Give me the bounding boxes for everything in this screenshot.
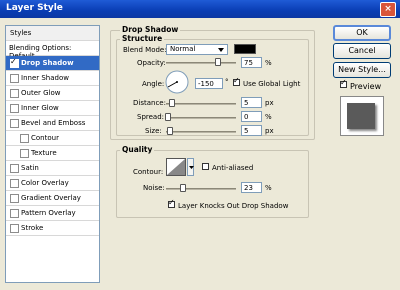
distance-slider-thumb[interactable]	[169, 99, 175, 107]
inner-glow-label: Inner Glow	[21, 104, 59, 112]
noise-input[interactable]: 23	[241, 182, 262, 193]
spread-input[interactable]: 0	[241, 111, 262, 122]
angle-label: Angle:	[142, 80, 165, 88]
angle-input[interactable]: -150	[195, 78, 223, 89]
anti-aliased-checkbox[interactable]	[202, 163, 209, 170]
noise-label: Noise:	[143, 184, 165, 192]
shadow-color-swatch[interactable]	[234, 44, 256, 54]
opacity-slider[interactable]	[166, 62, 236, 64]
angle-unit: °	[225, 78, 229, 86]
bevel-emboss-item[interactable]: Bevel and Emboss	[6, 116, 99, 131]
satin-item[interactable]: Satin	[6, 161, 99, 176]
contour-checkbox[interactable]	[20, 134, 29, 143]
use-global-light-label: Use Global Light	[243, 80, 301, 88]
drop-shadow-title: Drop Shadow	[120, 25, 181, 34]
size-slider[interactable]	[166, 131, 236, 133]
spread-slider-thumb[interactable]	[165, 113, 171, 121]
inner-shadow-label: Inner Shadow	[21, 74, 69, 82]
bevel-emboss-label: Bevel and Emboss	[21, 119, 86, 127]
satin-checkbox[interactable]	[10, 164, 19, 173]
stroke-label: Stroke	[21, 224, 44, 232]
preview-thumbnail	[347, 103, 375, 129]
color-overlay-checkbox[interactable]	[10, 179, 19, 188]
outer-glow-checkbox[interactable]	[10, 89, 19, 98]
blend-mode-label: Blend Mode:	[123, 46, 167, 54]
spread-slider[interactable]	[166, 117, 236, 119]
window-title: Layer Style	[6, 3, 63, 13]
noise-slider-thumb[interactable]	[180, 184, 186, 192]
size-input[interactable]: 5	[241, 125, 262, 136]
distance-unit: px	[265, 99, 274, 107]
texture-item[interactable]: Texture	[6, 146, 99, 161]
stroke-checkbox[interactable]	[10, 224, 19, 233]
drop-shadow-item[interactable]: Drop Shadow	[6, 56, 99, 71]
color-overlay-item[interactable]: Color Overlay	[6, 176, 99, 191]
pattern-overlay-checkbox[interactable]	[10, 209, 19, 218]
opacity-slider-thumb[interactable]	[215, 58, 221, 66]
close-icon: ×	[384, 4, 392, 14]
contour-dropdown[interactable]	[187, 158, 194, 176]
inner-glow-checkbox[interactable]	[10, 104, 19, 113]
styles-header[interactable]: Styles	[6, 26, 99, 41]
contour-preview[interactable]	[166, 158, 186, 176]
outer-glow-item[interactable]: Outer Glow	[6, 86, 99, 101]
size-unit: px	[265, 127, 274, 135]
opacity-input[interactable]: 75	[241, 57, 262, 68]
stroke-item[interactable]: Stroke	[6, 221, 99, 236]
title-bar: Layer Style ×	[0, 0, 400, 18]
cancel-button[interactable]: Cancel	[333, 43, 391, 59]
drop-shadow-checkbox[interactable]	[10, 57, 19, 68]
distance-input[interactable]: 5	[241, 97, 262, 108]
gradient-overlay-item[interactable]: Gradient Overlay	[6, 191, 99, 206]
structure-title: Structure	[120, 34, 165, 43]
distance-label: Distance:	[133, 99, 166, 107]
contour-curve-icon	[167, 159, 185, 175]
anti-aliased-label: Anti-aliased	[212, 164, 254, 172]
pattern-overlay-label: Pattern Overlay	[21, 209, 76, 217]
preview-check-icon: ✓	[340, 78, 347, 87]
pattern-overlay-item[interactable]: Pattern Overlay	[6, 206, 99, 221]
gradient-overlay-checkbox[interactable]	[10, 194, 19, 203]
preview-swatch	[340, 96, 384, 136]
opacity-unit: %	[265, 59, 272, 67]
contour-label: Contour	[31, 134, 59, 142]
spread-label: Spread:	[137, 113, 165, 121]
spread-unit: %	[265, 113, 272, 121]
opacity-label: Opacity:	[137, 59, 166, 67]
knockout-label: Layer Knocks Out Drop Shadow	[178, 202, 289, 210]
preview-label: Preview	[350, 82, 382, 91]
new-style-button[interactable]: New Style...	[333, 62, 391, 78]
contour-item[interactable]: Contour	[6, 131, 99, 146]
gradient-overlay-label: Gradient Overlay	[21, 194, 81, 202]
inner-shadow-item[interactable]: Inner Shadow	[6, 71, 99, 86]
quality-title: Quality	[120, 145, 155, 154]
styles-header-label: Styles	[10, 29, 32, 37]
satin-label: Satin	[21, 164, 39, 172]
noise-unit: %	[265, 184, 272, 192]
color-overlay-label: Color Overlay	[21, 179, 69, 187]
chevron-down-icon	[189, 166, 194, 169]
blending-options-item[interactable]: Blending Options: Default	[6, 41, 99, 60]
close-button[interactable]: ×	[380, 2, 396, 17]
texture-checkbox[interactable]	[20, 149, 29, 158]
bevel-emboss-checkbox[interactable]	[10, 119, 19, 128]
knockout-check-icon: ✓	[168, 198, 175, 207]
noise-slider[interactable]	[166, 188, 236, 190]
distance-slider[interactable]	[166, 103, 236, 105]
styles-list: Styles Blending Options: Default Drop Sh…	[5, 25, 100, 283]
blend-mode-value: Normal	[170, 45, 196, 53]
size-label: Size:	[145, 127, 162, 135]
size-slider-thumb[interactable]	[167, 127, 173, 135]
use-global-light-check-icon: ✓	[233, 76, 240, 85]
angle-dial-icon[interactable]	[165, 70, 189, 94]
ok-button[interactable]: OK	[333, 25, 391, 41]
contour-label-quality: Contour:	[133, 168, 164, 176]
outer-glow-label: Outer Glow	[21, 89, 61, 97]
drop-shadow-label: Drop Shadow	[21, 59, 74, 67]
chevron-down-icon	[218, 48, 224, 52]
inner-shadow-checkbox[interactable]	[10, 74, 19, 83]
texture-label: Texture	[31, 149, 57, 157]
blend-mode-select[interactable]: Normal	[166, 44, 228, 55]
inner-glow-item[interactable]: Inner Glow	[6, 101, 99, 116]
